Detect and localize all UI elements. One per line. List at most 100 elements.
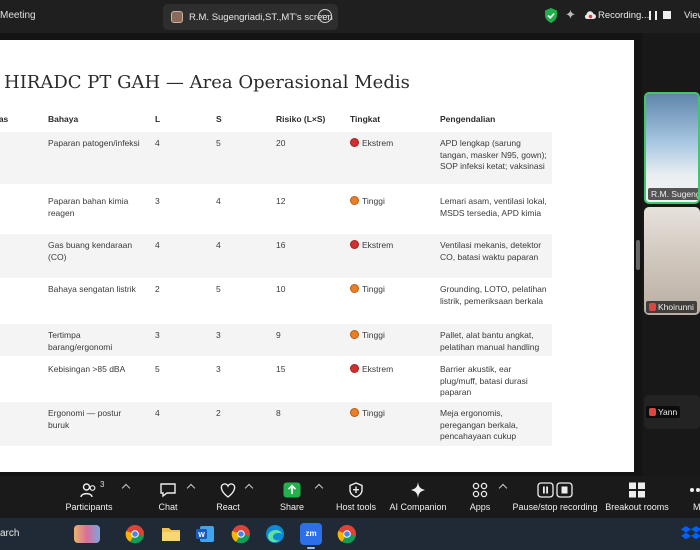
row-activity: gistik bbox=[0, 330, 34, 342]
dropbox-icon[interactable] bbox=[680, 523, 700, 545]
row-hazard: Paparan bahan kimia reagen bbox=[48, 196, 129, 218]
row-control: APD lengkap (sarung tangan, masker N95, … bbox=[440, 138, 547, 171]
row-control: Lemari asam, ventilasi lokal, MSDS terse… bbox=[440, 196, 547, 218]
header-risk: Risiko (L×S) bbox=[276, 114, 326, 124]
view-menu[interactable]: View bbox=[684, 10, 700, 21]
row-likelihood: 2 bbox=[155, 284, 160, 294]
row-risk-level: Tinggi bbox=[350, 408, 385, 420]
participants-caret-icon[interactable] bbox=[121, 483, 131, 493]
risk-level-dot-icon bbox=[350, 284, 359, 293]
chrome-icon[interactable] bbox=[230, 523, 252, 545]
row-risk-level: Ekstrem bbox=[350, 240, 393, 252]
chat-caret-icon[interactable] bbox=[186, 483, 196, 493]
breakout-rooms-label: Breakout rooms bbox=[605, 502, 669, 512]
participant-name-label: Yann bbox=[646, 406, 681, 418]
participant-tile[interactable]: R.M. Sugeng bbox=[644, 92, 700, 204]
word-icon[interactable]: W bbox=[194, 523, 216, 545]
table-row: singan Kebisingan >85 dBA 5 3 15 Barrier akus… bbox=[0, 358, 552, 402]
table-row: r Ergonomi — postur buruk 4 2 8 Meja ergonomi… bbox=[0, 402, 552, 446]
apps-caret-icon[interactable] bbox=[498, 483, 508, 493]
header-activity: tas bbox=[0, 114, 9, 124]
row-risk-score: 9 bbox=[276, 330, 281, 340]
row-severity: 2 bbox=[216, 408, 221, 418]
row-control: Pallet, alat bantu angkat, pelatihan man… bbox=[440, 330, 540, 352]
chat-button[interactable]: Chat bbox=[148, 476, 188, 518]
ai-sparkle-icon[interactable]: ✦ bbox=[565, 8, 577, 22]
cloud-recording-icon bbox=[584, 11, 596, 19]
risk-level-dot-icon bbox=[350, 330, 359, 339]
risk-level-label: Ekstrem bbox=[362, 138, 394, 148]
row-severity: 5 bbox=[216, 138, 221, 148]
row-risk-score: 16 bbox=[276, 240, 286, 250]
screen-share-label: R.M. Sugengriadi,ST.,MT's screen bbox=[189, 12, 333, 23]
security-shield-icon[interactable] bbox=[544, 8, 558, 23]
share-caret-icon[interactable] bbox=[314, 483, 324, 493]
row-activity: m bbox=[0, 196, 34, 208]
share-arrow-icon bbox=[283, 482, 301, 498]
breakout-rooms-button[interactable]: Breakout rooms bbox=[604, 476, 670, 518]
participants-button[interactable]: 3 Participants bbox=[64, 476, 114, 518]
record-icon bbox=[537, 482, 573, 498]
row-likelihood: 5 bbox=[155, 364, 160, 374]
risk-level-dot-icon bbox=[350, 408, 359, 417]
participants-count: 3 bbox=[100, 480, 105, 489]
host-tools-label: Host tools bbox=[335, 502, 377, 512]
mic-muted-icon bbox=[649, 303, 656, 311]
chrome-icon[interactable] bbox=[124, 523, 146, 545]
slide-scrollbar[interactable] bbox=[636, 240, 640, 270]
table-row: akan Paparan patogen/infeksi 4 5 20 APD lengk… bbox=[0, 132, 552, 184]
risk-level-dot-icon bbox=[350, 364, 359, 373]
row-risk-score: 12 bbox=[276, 196, 286, 206]
row-activity: pulans bbox=[0, 240, 34, 252]
apps-button[interactable]: Apps bbox=[460, 476, 500, 518]
file-explorer-icon[interactable] bbox=[160, 523, 182, 545]
pause-stop-recording-button[interactable]: Pause/stop recording bbox=[512, 476, 598, 518]
row-hazard: Paparan patogen/infeksi bbox=[48, 138, 140, 148]
chat-label: Chat bbox=[158, 502, 178, 512]
row-control: Ventilasi mekanis, detektor CO, batasi w… bbox=[440, 240, 542, 262]
taskbar-search[interactable]: arch bbox=[0, 528, 19, 539]
row-severity: 5 bbox=[216, 284, 221, 294]
share-button[interactable]: Share bbox=[272, 476, 312, 518]
ai-companion-label: AI Companion bbox=[389, 502, 447, 512]
participant-name: R.M. Sugeng bbox=[648, 188, 698, 200]
row-likelihood: 3 bbox=[155, 196, 160, 206]
participant-tile[interactable]: Yann bbox=[644, 395, 700, 429]
more-button[interactable]: M bbox=[684, 476, 700, 518]
react-button[interactable]: React bbox=[208, 476, 248, 518]
table-row: gistik Tertimpa barang/ergonomi 3 3 9 Pallet,… bbox=[0, 324, 552, 356]
sparkle-icon bbox=[411, 482, 425, 498]
apps-label: Apps bbox=[469, 502, 491, 512]
more-options-icon[interactable]: ··· bbox=[318, 9, 332, 23]
participant-tile[interactable]: Khoirunni bbox=[644, 207, 700, 315]
header-likelihood: L bbox=[155, 114, 161, 124]
screen-share-tab[interactable]: R.M. Sugengriadi,ST.,MT's screen ··· bbox=[163, 4, 338, 30]
participant-name: Khoirunni bbox=[658, 302, 694, 312]
table-row: m Paparan bahan kimia reagen 3 4 12 Lemari as… bbox=[0, 190, 552, 234]
table-row: trik Bahaya sengatan listrik 2 5 10 Grounding… bbox=[0, 278, 552, 322]
search-highlight-image bbox=[74, 525, 100, 543]
edge-icon[interactable] bbox=[264, 523, 286, 545]
row-risk-score: 10 bbox=[276, 284, 286, 294]
app-title: Meeting bbox=[0, 10, 36, 21]
row-risk-level: Ekstrem bbox=[350, 138, 393, 150]
host-tools-button[interactable]: Host tools bbox=[332, 476, 380, 518]
row-control: Meja ergonomis, peregangan berkala, penc… bbox=[440, 408, 518, 441]
participant-video-panel: R.M. Sugeng Khoirunni Yann bbox=[642, 33, 700, 476]
shield-icon bbox=[349, 482, 363, 498]
header-hazard: Bahaya bbox=[48, 114, 79, 124]
risk-level-dot-icon bbox=[350, 138, 359, 147]
row-risk-level: Tinggi bbox=[350, 284, 385, 296]
zoom-app-icon[interactable]: zm bbox=[300, 523, 322, 549]
heart-icon bbox=[220, 483, 236, 498]
stop-recording-icon[interactable] bbox=[663, 11, 671, 19]
table-header: tas Bahaya L S Risiko (L×S) Tingkat Peng… bbox=[0, 114, 552, 132]
chrome-icon[interactable] bbox=[336, 523, 358, 545]
row-control: Grounding, LOTO, pelatihan listrik, peme… bbox=[440, 284, 547, 306]
chat-icon bbox=[160, 483, 176, 498]
pause-recording-icon[interactable] bbox=[649, 11, 657, 20]
risk-level-label: Tinggi bbox=[362, 196, 385, 206]
row-severity: 4 bbox=[216, 240, 221, 250]
recording-status: Recording... bbox=[598, 10, 650, 21]
ai-companion-button[interactable]: AI Companion bbox=[388, 476, 448, 518]
